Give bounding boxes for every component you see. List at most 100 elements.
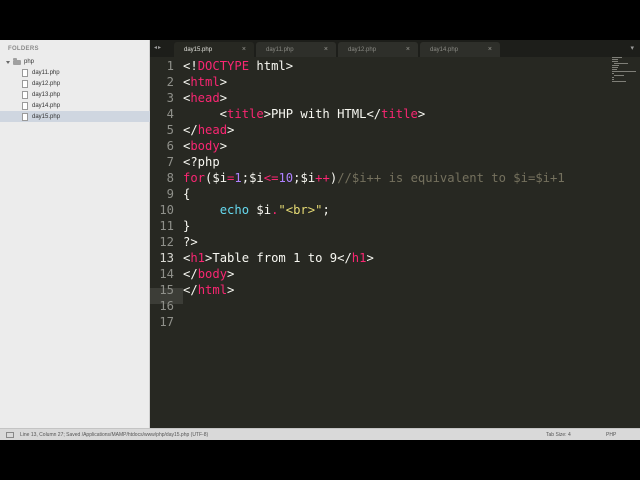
code-line[interactable]: <title>PHP with HTML</title>	[183, 106, 425, 122]
line-number: 16	[159, 299, 174, 313]
code-token: <?php	[183, 155, 220, 169]
line-number: 13	[159, 251, 174, 265]
line-number: 5	[166, 123, 174, 137]
line-number: 4	[166, 107, 174, 121]
disclosure-triangle-icon[interactable]	[6, 60, 10, 64]
code-line[interactable]: <!DOCTYPE html>	[183, 58, 293, 74]
code-line[interactable]: <html>	[183, 74, 227, 90]
code-line[interactable]: <body>	[183, 138, 227, 154]
line-number-gutter: 1 2 3 4 5 6 7 8 9 10 11 12 13 14 15 16 17	[150, 57, 178, 428]
file-label: day15.php	[32, 113, 61, 120]
code-token: }	[183, 219, 191, 233]
line-number: 17	[159, 315, 174, 329]
tab-size-selector[interactable]: Tab Size: 4	[546, 432, 571, 438]
code-token: $i	[300, 171, 316, 185]
code-token: >	[219, 91, 228, 105]
code-token: "<br>"	[278, 203, 323, 217]
code-token: 1	[234, 171, 242, 185]
code-token: <=	[263, 171, 279, 185]
code-token: >	[366, 251, 374, 265]
code-token: >	[227, 283, 235, 297]
sidebar-file-day14[interactable]: day14.php	[0, 100, 150, 111]
sidebar-file-day12[interactable]: day12.php	[0, 78, 150, 89]
code-line[interactable]: {	[183, 186, 190, 202]
tab-day12[interactable]: day12.php ×	[338, 42, 418, 57]
line-number: 7	[166, 155, 174, 169]
code-token: >Table from 1 to 9</	[205, 251, 352, 265]
status-text: Line 13, Column 27; Saved /Applications/…	[20, 431, 209, 438]
line-number: 3	[166, 91, 174, 105]
code-token: >	[219, 75, 228, 89]
folder-php[interactable]: php	[6, 57, 34, 67]
tab-day14[interactable]: day14.php ×	[420, 42, 500, 57]
line-number: 2	[166, 75, 174, 89]
tab-day11[interactable]: day11.php ×	[256, 42, 336, 57]
code-token: </	[183, 267, 198, 281]
panel-toggle-icon[interactable]	[6, 432, 14, 438]
code-token: 10	[278, 171, 294, 185]
file-label: day14.php	[32, 102, 61, 109]
code-token: $i	[249, 203, 272, 217]
code-line[interactable]: </body>	[183, 266, 234, 282]
line-number: 8	[166, 171, 174, 185]
code-token: echo	[219, 203, 250, 217]
code-token: h1	[190, 251, 206, 265]
code-token: head	[190, 91, 220, 105]
code-token: <	[183, 107, 228, 121]
code-line[interactable]: </html>	[183, 282, 234, 298]
tab-label: day12.php	[348, 46, 377, 53]
code-token: html	[190, 75, 220, 89]
sidebar-file-day11[interactable]: day11.php	[0, 67, 150, 78]
close-icon[interactable]: ×	[406, 46, 410, 53]
line-number: 15	[159, 283, 174, 297]
file-label: day13.php	[32, 91, 61, 98]
tab-label: day15.php	[184, 46, 213, 53]
code-token: h1	[351, 251, 367, 265]
code-token: </	[183, 123, 198, 137]
tab-label: day14.php	[430, 46, 459, 53]
sidebar-file-day15[interactable]: day15.php	[0, 111, 150, 122]
code-token: $i	[212, 171, 228, 185]
code-token: ;	[241, 171, 250, 185]
code-token: >	[417, 107, 426, 121]
code-line[interactable]: ?>	[183, 234, 198, 250]
tab-label: day11.php	[266, 46, 294, 53]
code-line[interactable]: for($i=1;$i<=10;$i++)//$i++ is equivalen…	[183, 170, 565, 186]
code-line[interactable]: </head>	[183, 122, 234, 138]
code-line[interactable]: <h1>Table from 1 to 9</h1>	[183, 250, 374, 266]
code-line[interactable]: <head>	[183, 90, 227, 106]
code-token: >	[219, 139, 228, 153]
code-token: body	[197, 267, 228, 281]
code-token: ?>	[183, 235, 198, 249]
line-number: 9	[166, 187, 174, 201]
code-line[interactable]: }	[183, 218, 190, 234]
tab-day15[interactable]: day15.php ×	[174, 42, 254, 57]
folder-icon	[13, 58, 21, 65]
code-line[interactable]: <?php	[183, 154, 220, 170]
sidebar: FOLDERS php day11.php day12.php day13.ph…	[0, 40, 150, 428]
file-icon	[22, 112, 28, 121]
file-icon	[22, 101, 28, 110]
file-icon	[22, 79, 28, 88]
code-token: body	[190, 139, 220, 153]
close-icon[interactable]: ×	[324, 46, 328, 53]
code-area[interactable]: <!DOCTYPE html> <html> <head> <title>PHP w…	[183, 57, 603, 428]
tab-nav-arrows-icon[interactable]: ◂▸	[154, 44, 162, 51]
code-line[interactable]: echo $i."<br>";	[183, 202, 330, 218]
minimap[interactable]	[612, 57, 636, 87]
code-token: >	[227, 123, 235, 137]
tab-bar: ◂▸ day15.php × day11.php × day12.php × d…	[150, 40, 640, 57]
tab-menu-chevron-icon[interactable]: ▾	[630, 44, 634, 52]
close-icon[interactable]: ×	[242, 46, 246, 53]
code-token: for	[183, 171, 206, 185]
file-icon	[22, 90, 28, 99]
close-icon[interactable]: ×	[488, 46, 492, 53]
code-token: {	[183, 187, 191, 201]
syntax-selector[interactable]: PHP	[606, 432, 616, 438]
status-bar: Line 13, Column 27; Saved /Applications/…	[0, 428, 640, 440]
code-token: head	[197, 123, 228, 137]
line-number: 14	[159, 267, 174, 281]
code-token: html>	[249, 59, 294, 73]
sidebar-file-day13[interactable]: day13.php	[0, 89, 150, 100]
line-number: 6	[166, 139, 174, 153]
